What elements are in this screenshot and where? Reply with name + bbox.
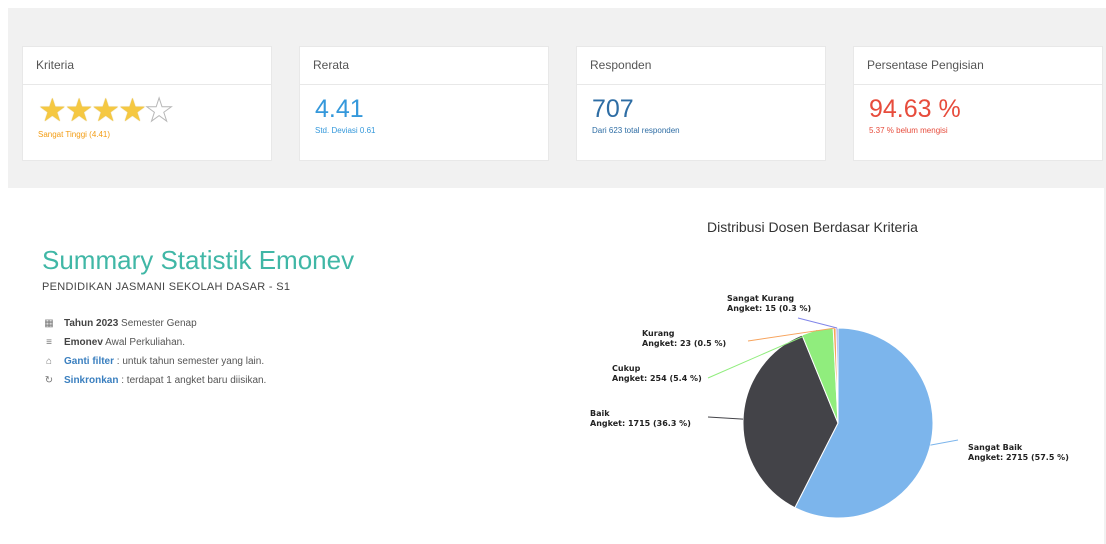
- summary-panel: Summary Statistik Emonev PENDIDIKAN JASM…: [8, 188, 1104, 544]
- star-empty-icon: ★: [144, 92, 174, 128]
- label-connector: [930, 439, 959, 446]
- slice-label-name: Cukup: [612, 364, 641, 373]
- responden-value: 707: [592, 95, 634, 123]
- persentase-note: 5.37 % belum mengisi: [869, 126, 948, 135]
- label-connector: [707, 416, 744, 420]
- star-filled-icon: ★: [91, 92, 120, 128]
- star-filled-icon: ★: [38, 92, 67, 128]
- rating-stars: ★ ★ ★ ★ ★: [38, 92, 271, 128]
- responden-note: Dari 623 total responden: [592, 126, 680, 135]
- slice-label-value: Angket: 254 (5.4 %): [612, 374, 702, 383]
- slice-label-value: Angket: 1715 (36.3 %): [590, 419, 691, 428]
- slice-label-name: Sangat Baik: [968, 443, 1023, 452]
- label-connector: [797, 317, 838, 329]
- responden-card: Responden 707 Dari 623 total responden: [576, 46, 826, 161]
- persentase-value: 94.63 %: [869, 95, 961, 123]
- kriteria-card: Kriteria ★ ★ ★ ★ ★ Sangat Tinggi (4.41): [22, 46, 272, 161]
- rerata-note: Std. Deviasi 0.61: [315, 126, 376, 135]
- slice-label-name: Sangat Kurang: [727, 294, 794, 303]
- rerata-value: 4.41: [315, 95, 364, 123]
- slice-label-name: Baik: [590, 409, 610, 418]
- card-title: Persentase Pengisian: [854, 47, 1102, 85]
- slice-label-value: Angket: 2715 (57.5 %): [968, 453, 1069, 462]
- persentase-card: Persentase Pengisian 94.63 % 5.37 % belu…: [853, 46, 1103, 161]
- slice-label-value: Angket: 15 (0.3 %): [727, 304, 811, 313]
- slice-label-value: Angket: 23 (0.5 %): [642, 339, 726, 348]
- pie-chart: Sangat BaikAngket: 2715 (57.5 %)BaikAngk…: [590, 294, 1069, 519]
- kriteria-note: Sangat Tinggi (4.41): [38, 130, 111, 139]
- card-title: Responden: [577, 47, 825, 85]
- slice-label-name: Kurang: [642, 329, 675, 338]
- star-filled-icon: ★: [64, 92, 94, 128]
- star-filled-icon: ★: [118, 92, 147, 128]
- rerata-card: Rerata 4.41 Std. Deviasi 0.61: [299, 46, 549, 161]
- card-title: Rerata: [300, 47, 548, 85]
- card-title: Kriteria: [23, 47, 271, 85]
